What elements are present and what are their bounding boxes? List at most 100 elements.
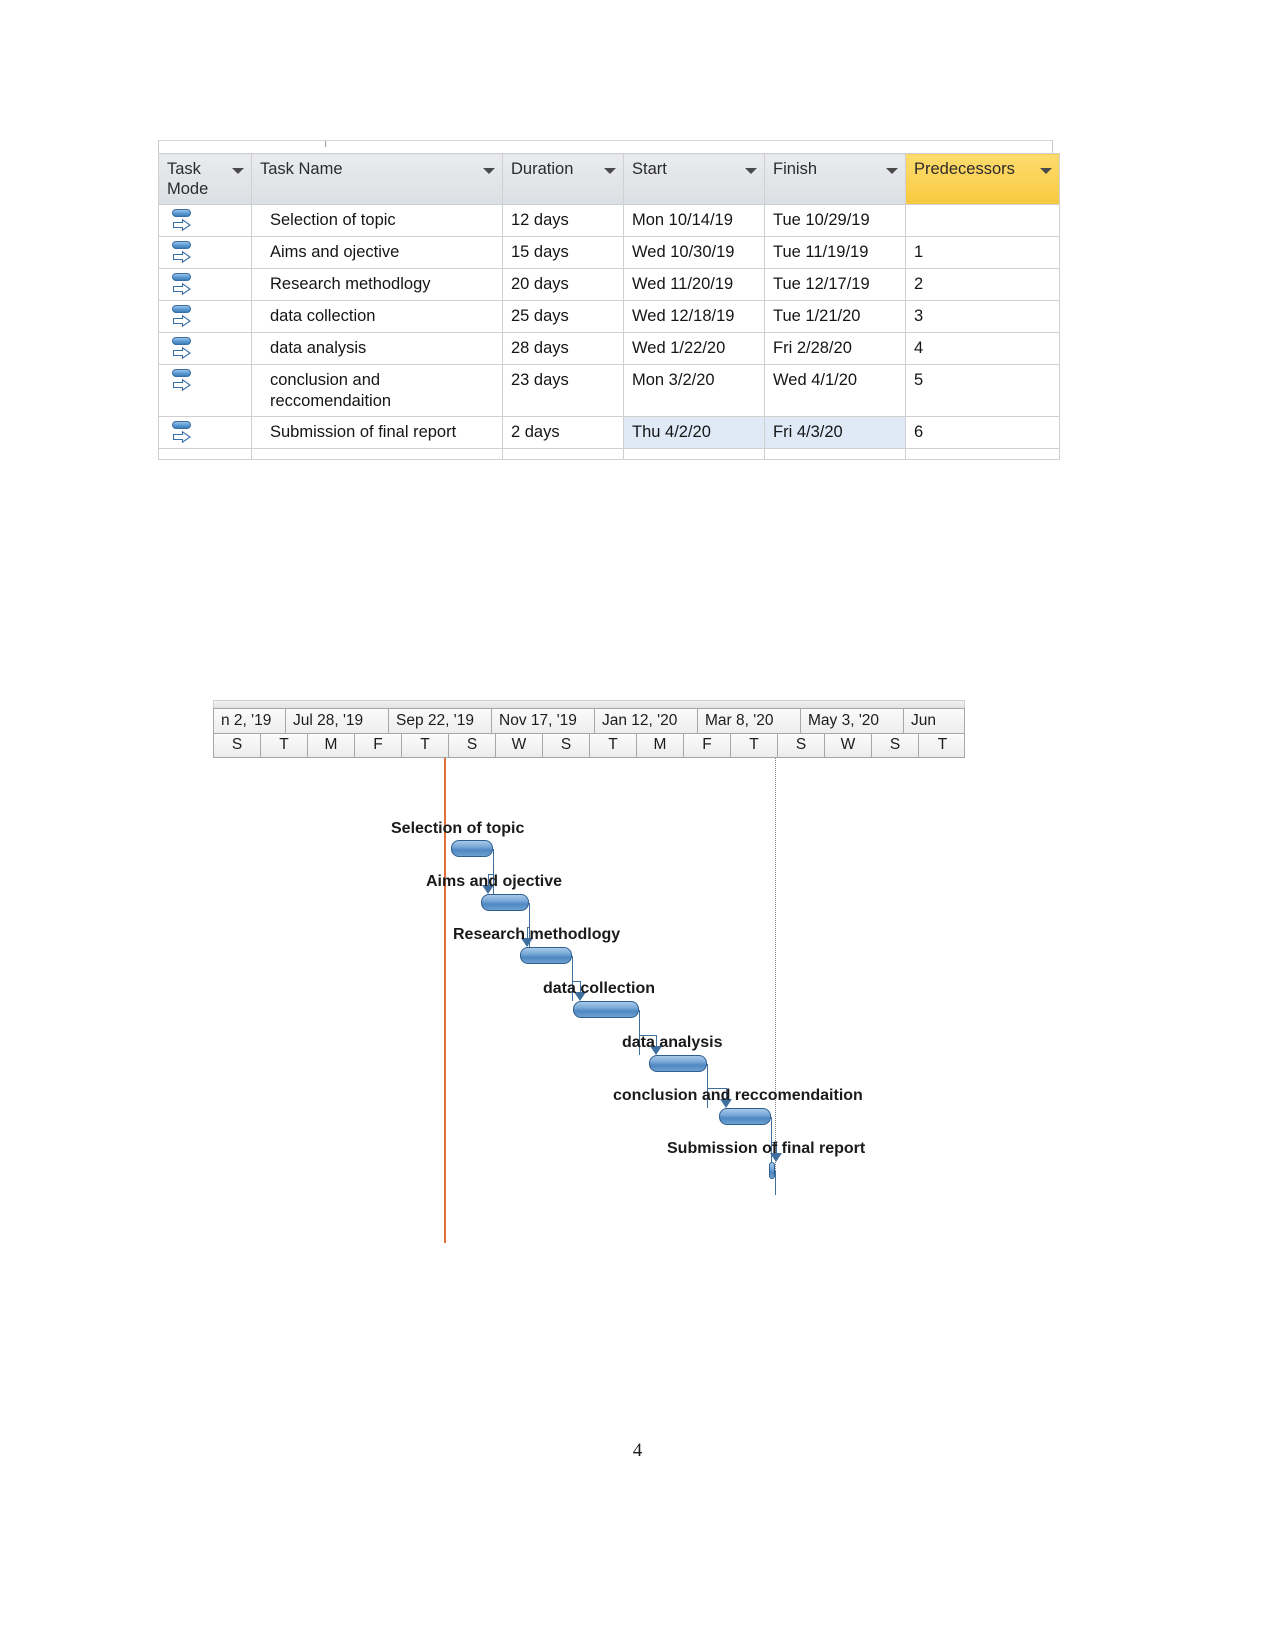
cell-predecessors[interactable]: 2 bbox=[905, 268, 1060, 301]
gantt-horizontal-scrollbar[interactable] bbox=[213, 700, 965, 708]
auto-schedule-icon bbox=[171, 304, 197, 330]
gantt-bar[interactable] bbox=[649, 1055, 707, 1072]
cell-duration[interactable]: 2 days bbox=[502, 415, 624, 449]
cell-duration[interactable]: 15 days bbox=[502, 236, 624, 269]
table-row[interactable]: Aims and ojective 15 days Wed 10/30/19 Tue … bbox=[158, 236, 1060, 269]
cell-finish[interactable]: Tue 10/29/19 bbox=[764, 204, 906, 237]
cell-task-name[interactable]: Selection of topic bbox=[251, 204, 503, 237]
cell-task-name[interactable]: Research methodlogy bbox=[251, 268, 503, 301]
table-row[interactable]: Research methodlogy 20 days Wed 11/20/19 Tu… bbox=[158, 268, 1060, 301]
cell-task-name[interactable]: Submission of final report bbox=[251, 415, 503, 449]
cell-start[interactable]: Wed 10/30/19 bbox=[623, 236, 765, 269]
cell-duration-text: 20 days bbox=[511, 275, 569, 293]
cell-predecessors[interactable]: 6 bbox=[905, 415, 1060, 449]
cell-task-name[interactable]: data collection bbox=[251, 300, 503, 333]
cell-task-name-text: Submission of final report bbox=[270, 422, 457, 441]
column-header-start[interactable]: Start bbox=[623, 153, 765, 205]
timeline-day-cell: W bbox=[825, 734, 872, 757]
cell-duration[interactable]: 23 days bbox=[502, 364, 624, 417]
cell-duration-text: 25 days bbox=[511, 307, 569, 325]
timeline-month-cell: Jan 12, '20 bbox=[595, 709, 698, 733]
cell-start[interactable]: Wed 11/20/19 bbox=[623, 268, 765, 301]
cell-finish[interactable]: Fri 4/3/20 bbox=[764, 415, 906, 449]
cell-duration-text: 23 days bbox=[511, 371, 569, 389]
gantt-bar[interactable] bbox=[719, 1108, 771, 1125]
filter-dropdown-icon[interactable] bbox=[483, 168, 495, 174]
table-tail-cell bbox=[905, 447, 1060, 460]
filter-dropdown-icon[interactable] bbox=[604, 168, 616, 174]
cell-finish-text: Tue 12/17/19 bbox=[773, 275, 870, 293]
cell-duration[interactable]: 20 days bbox=[502, 268, 624, 301]
cell-duration[interactable]: 25 days bbox=[502, 300, 624, 333]
cell-task-name[interactable]: conclusion and reccomendaition bbox=[251, 364, 503, 417]
column-header-finish[interactable]: Finish bbox=[764, 153, 906, 205]
cell-task-mode[interactable] bbox=[158, 300, 252, 333]
gantt-canvas: Selection of topic Aims and ojective Resea… bbox=[213, 758, 965, 1243]
cell-task-name-text: data analysis bbox=[270, 339, 367, 357]
column-header-predecessors[interactable]: Predecessors bbox=[905, 153, 1060, 205]
gantt-bar[interactable] bbox=[451, 840, 493, 857]
cell-finish[interactable]: Wed 4/1/20 bbox=[764, 364, 906, 417]
gantt-bar[interactable] bbox=[520, 947, 572, 964]
cell-predecessors[interactable]: 5 bbox=[905, 364, 1060, 417]
cell-predecessors[interactable]: 1 bbox=[905, 236, 1060, 269]
cell-predecessors-text: 3 bbox=[914, 307, 924, 325]
cell-task-mode[interactable] bbox=[158, 268, 252, 301]
auto-schedule-bar-glyph bbox=[172, 241, 191, 249]
cell-predecessors-text: 2 bbox=[914, 275, 924, 293]
cell-start[interactable]: Mon 3/2/20 bbox=[623, 364, 765, 417]
cell-task-mode[interactable] bbox=[158, 415, 252, 449]
cell-duration[interactable]: 12 days bbox=[502, 204, 624, 237]
cell-task-name-text: data collection bbox=[270, 307, 376, 325]
column-header-task-name[interactable]: Task Name bbox=[251, 153, 503, 205]
cell-start[interactable]: Wed 1/22/20 bbox=[623, 332, 765, 365]
auto-schedule-bar-glyph bbox=[172, 337, 191, 345]
cell-duration[interactable]: 28 days bbox=[502, 332, 624, 365]
cell-task-name-text: Selection of topic bbox=[270, 211, 396, 229]
filter-dropdown-icon[interactable] bbox=[745, 168, 757, 174]
table-tail-cell bbox=[251, 447, 503, 460]
timeline-day-cell: F bbox=[355, 734, 402, 757]
table-row[interactable]: data analysis 28 days Wed 1/22/20 Fri 2/28/… bbox=[158, 332, 1060, 365]
table-tail-cell bbox=[158, 447, 252, 460]
cell-start[interactable]: Mon 10/14/19 bbox=[623, 204, 765, 237]
task-table: Task Mode Task Name Duration Start Finis… bbox=[158, 153, 1060, 460]
filter-dropdown-icon[interactable] bbox=[1040, 168, 1052, 174]
timeline-day-row: STMFTSWSTMFTSWST bbox=[213, 733, 965, 758]
cell-predecessors[interactable] bbox=[905, 204, 1060, 237]
timeline-day-cell: S bbox=[543, 734, 590, 757]
auto-schedule-icon bbox=[171, 336, 197, 362]
timeline-day-cell: W bbox=[496, 734, 543, 757]
filter-dropdown-icon[interactable] bbox=[232, 168, 244, 174]
auto-schedule-icon bbox=[171, 208, 197, 234]
cell-task-name[interactable]: data analysis bbox=[251, 332, 503, 365]
table-row[interactable]: Selection of topic 12 days Mon 10/14/19 Tue… bbox=[158, 204, 1060, 237]
column-header-task-mode[interactable]: Task Mode bbox=[158, 153, 252, 205]
timeline-month-row: n 2, '19 Jul 28, '19 Sep 22, '19 Nov 17, '1… bbox=[213, 708, 965, 733]
cell-task-name[interactable]: Aims and ojective bbox=[251, 236, 503, 269]
gantt-chart-container: n 2, '19 Jul 28, '19 Sep 22, '19 Nov 17, '1… bbox=[213, 700, 965, 1243]
cell-predecessors[interactable]: 3 bbox=[905, 300, 1060, 333]
cell-task-mode[interactable] bbox=[158, 236, 252, 269]
cell-predecessors[interactable]: 4 bbox=[905, 332, 1060, 365]
auto-schedule-bar-glyph bbox=[172, 273, 191, 281]
cell-task-mode[interactable] bbox=[158, 332, 252, 365]
cell-start[interactable]: Wed 12/18/19 bbox=[623, 300, 765, 333]
gantt-bar[interactable] bbox=[573, 1001, 639, 1018]
column-header-duration-label: Duration bbox=[511, 160, 574, 178]
cell-start-text: Thu 4/2/20 bbox=[632, 422, 711, 441]
cell-task-mode[interactable] bbox=[158, 364, 252, 417]
cell-finish[interactable]: Tue 12/17/19 bbox=[764, 268, 906, 301]
table-row[interactable]: Submission of final report 2 days Thu 4/2/… bbox=[158, 415, 1060, 449]
column-header-duration[interactable]: Duration bbox=[502, 153, 624, 205]
gantt-bar[interactable] bbox=[481, 894, 529, 911]
cell-finish-text: Tue 11/19/19 bbox=[773, 243, 869, 261]
cell-start[interactable]: Thu 4/2/20 bbox=[623, 415, 765, 449]
cell-finish[interactable]: Fri 2/28/20 bbox=[764, 332, 906, 365]
table-row[interactable]: data collection 25 days Wed 12/18/19 Tue 1/… bbox=[158, 300, 1060, 333]
cell-finish[interactable]: Tue 11/19/19 bbox=[764, 236, 906, 269]
table-row[interactable]: conclusion and reccomendaition 23 days Mon… bbox=[158, 364, 1060, 417]
cell-task-mode[interactable] bbox=[158, 204, 252, 237]
cell-finish[interactable]: Tue 1/21/20 bbox=[764, 300, 906, 333]
filter-dropdown-icon[interactable] bbox=[886, 168, 898, 174]
